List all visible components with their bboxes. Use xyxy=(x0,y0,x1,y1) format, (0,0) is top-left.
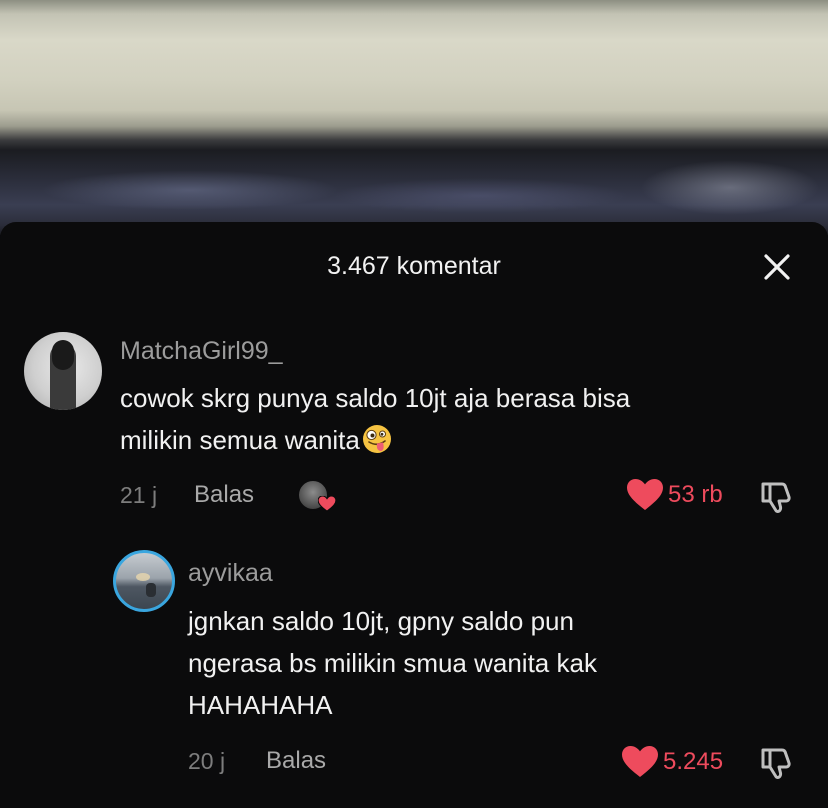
background-photo xyxy=(0,0,828,235)
close-button[interactable] xyxy=(760,250,794,284)
background-light xyxy=(330,178,630,213)
dislike-button[interactable] xyxy=(758,745,794,781)
reply-button[interactable]: Balas xyxy=(266,748,326,774)
close-icon xyxy=(764,254,790,280)
heart-icon xyxy=(622,746,658,777)
comment-text-line: ngerasa bs milikin smua wanita kak xyxy=(188,648,597,678)
avatar-photo-person xyxy=(146,583,156,597)
dislike-button[interactable] xyxy=(758,479,794,515)
comment-time: 21 j xyxy=(120,482,158,508)
comment-username[interactable]: MatchaGirl99_ xyxy=(120,337,283,365)
zany-face-emoji-icon xyxy=(362,425,391,453)
comments-sheet: 3.467 komentar MatchaGirl99_ cowok skrg … xyxy=(0,222,828,808)
comment-username[interactable]: ayvikaa xyxy=(188,559,273,587)
comments-count-title: 3.467 komentar xyxy=(327,252,501,280)
comment-text: jgnkan saldo 10jt, gpny saldo pun ngeras… xyxy=(188,600,597,726)
thumbs-down-icon xyxy=(761,482,791,513)
thumbs-down-icon xyxy=(761,748,791,779)
avatar-photo-sun xyxy=(136,573,150,581)
comment-text: cowok skrg punya saldo 10jt aja berasa b… xyxy=(120,377,630,461)
background-light xyxy=(640,160,820,215)
heart-icon xyxy=(318,496,336,512)
creator-liked-badge xyxy=(297,477,339,513)
avatar[interactable] xyxy=(113,550,175,612)
heart-icon xyxy=(627,479,663,510)
reply-button[interactable]: Balas xyxy=(194,482,254,508)
like-button[interactable]: 53 rb xyxy=(626,478,723,512)
background-light xyxy=(40,170,340,210)
comment-text-line: milikin semua wanita xyxy=(120,425,360,455)
like-count: 5.245 xyxy=(663,748,724,775)
comment-text-line: cowok skrg punya saldo 10jt aja berasa b… xyxy=(120,383,631,413)
comment-time: 20 j xyxy=(188,748,226,774)
comment-text-line: jgnkan saldo 10jt, gpny saldo pun xyxy=(188,606,574,636)
like-button[interactable]: 5.245 xyxy=(621,745,723,779)
like-count: 53 rb xyxy=(668,481,723,508)
comment-text-line: HAHAHAHA xyxy=(188,690,333,720)
avatar-photo-hair xyxy=(52,340,74,370)
avatar[interactable] xyxy=(24,332,102,410)
